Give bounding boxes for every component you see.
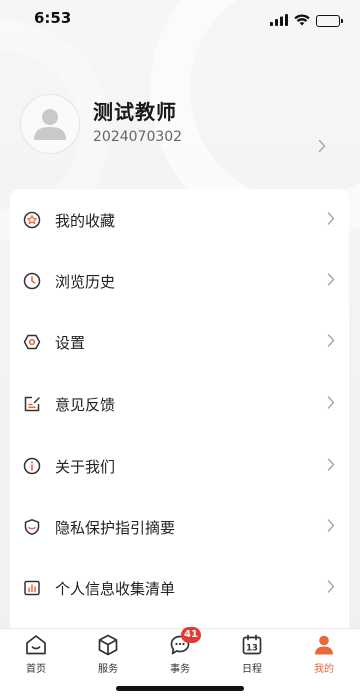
signal-icon	[270, 11, 288, 30]
menu-item-history[interactable]: 浏览历史	[10, 251, 349, 311]
shield-icon	[23, 518, 41, 536]
unread-badge: 41	[181, 627, 201, 643]
chevron-right-icon	[327, 518, 335, 537]
chevron-right-icon	[327, 457, 335, 476]
tab-label: 首页	[26, 664, 46, 675]
menu-card: 我的收藏 浏览历史 设置 意见反馈 关于我们 隐私保护指引摘要 个人信息收集清单	[10, 189, 349, 639]
status-bar: 6:53	[0, 0, 360, 36]
menu-item-label: 浏览历史	[55, 272, 116, 291]
menu-item-label: 个人信息收集清单	[55, 579, 176, 598]
menu-item-about[interactable]: 关于我们	[10, 436, 349, 496]
feedback-icon	[23, 395, 41, 413]
calendar-icon: 13	[240, 633, 264, 657]
menu-item-personal-info-list[interactable]: 个人信息收集清单	[10, 558, 349, 618]
home-indicator	[116, 686, 244, 691]
tab-label: 事务	[170, 664, 190, 675]
tab-mine[interactable]: 我的	[288, 633, 360, 679]
status-icons	[270, 11, 343, 30]
info-icon	[23, 457, 41, 475]
menu-item-label: 我的收藏	[55, 211, 116, 230]
tab-label: 日程	[242, 664, 262, 675]
chevron-right-icon[interactable]	[318, 138, 326, 157]
battery-icon	[316, 14, 343, 27]
menu-item-settings[interactable]: 设置	[10, 312, 349, 372]
home-icon	[24, 633, 48, 657]
menu-item-label: 意见反馈	[55, 395, 116, 414]
tab-schedule[interactable]: 13 日程	[216, 633, 288, 679]
screen: 6:53 测试教师 2024070302 我的收藏 浏览历史 设置 意见反馈 关…	[0, 0, 360, 700]
calendar-date-text: 13	[246, 644, 258, 654]
menu-item-favorites[interactable]: 我的收藏	[10, 190, 349, 250]
wifi-icon	[294, 11, 310, 30]
chat-icon: 41	[168, 627, 201, 657]
chevron-right-icon	[327, 579, 335, 598]
clock-icon	[23, 272, 41, 290]
menu-item-label: 关于我们	[55, 457, 116, 476]
tab-home[interactable]: 首页	[0, 633, 72, 679]
settings-icon	[23, 333, 41, 351]
tab-affairs[interactable]: 41 事务	[144, 627, 216, 679]
menu-item-privacy-summary[interactable]: 隐私保护指引摘要	[10, 497, 349, 557]
user-name: 测试教师	[93, 100, 177, 124]
avatar[interactable]	[20, 94, 80, 154]
status-time: 6:53	[34, 9, 72, 27]
menu-item-label: 隐私保护指引摘要	[55, 518, 176, 537]
box-icon	[96, 633, 120, 657]
menu-item-label: 设置	[55, 333, 86, 352]
person-icon	[312, 633, 336, 657]
tab-label: 服务	[98, 664, 118, 675]
profile-header[interactable]: 测试教师 2024070302	[20, 94, 340, 158]
chevron-right-icon	[327, 211, 335, 230]
star-icon	[23, 211, 41, 229]
user-id: 2024070302	[93, 129, 183, 145]
chevron-right-icon	[327, 333, 335, 352]
tab-label: 我的	[314, 664, 334, 675]
tab-services[interactable]: 服务	[72, 633, 144, 679]
list-chart-icon	[23, 579, 41, 597]
menu-item-feedback[interactable]: 意见反馈	[10, 374, 349, 434]
chevron-right-icon	[327, 395, 335, 414]
chevron-right-icon	[327, 272, 335, 291]
avatar-placeholder-icon	[34, 109, 66, 140]
